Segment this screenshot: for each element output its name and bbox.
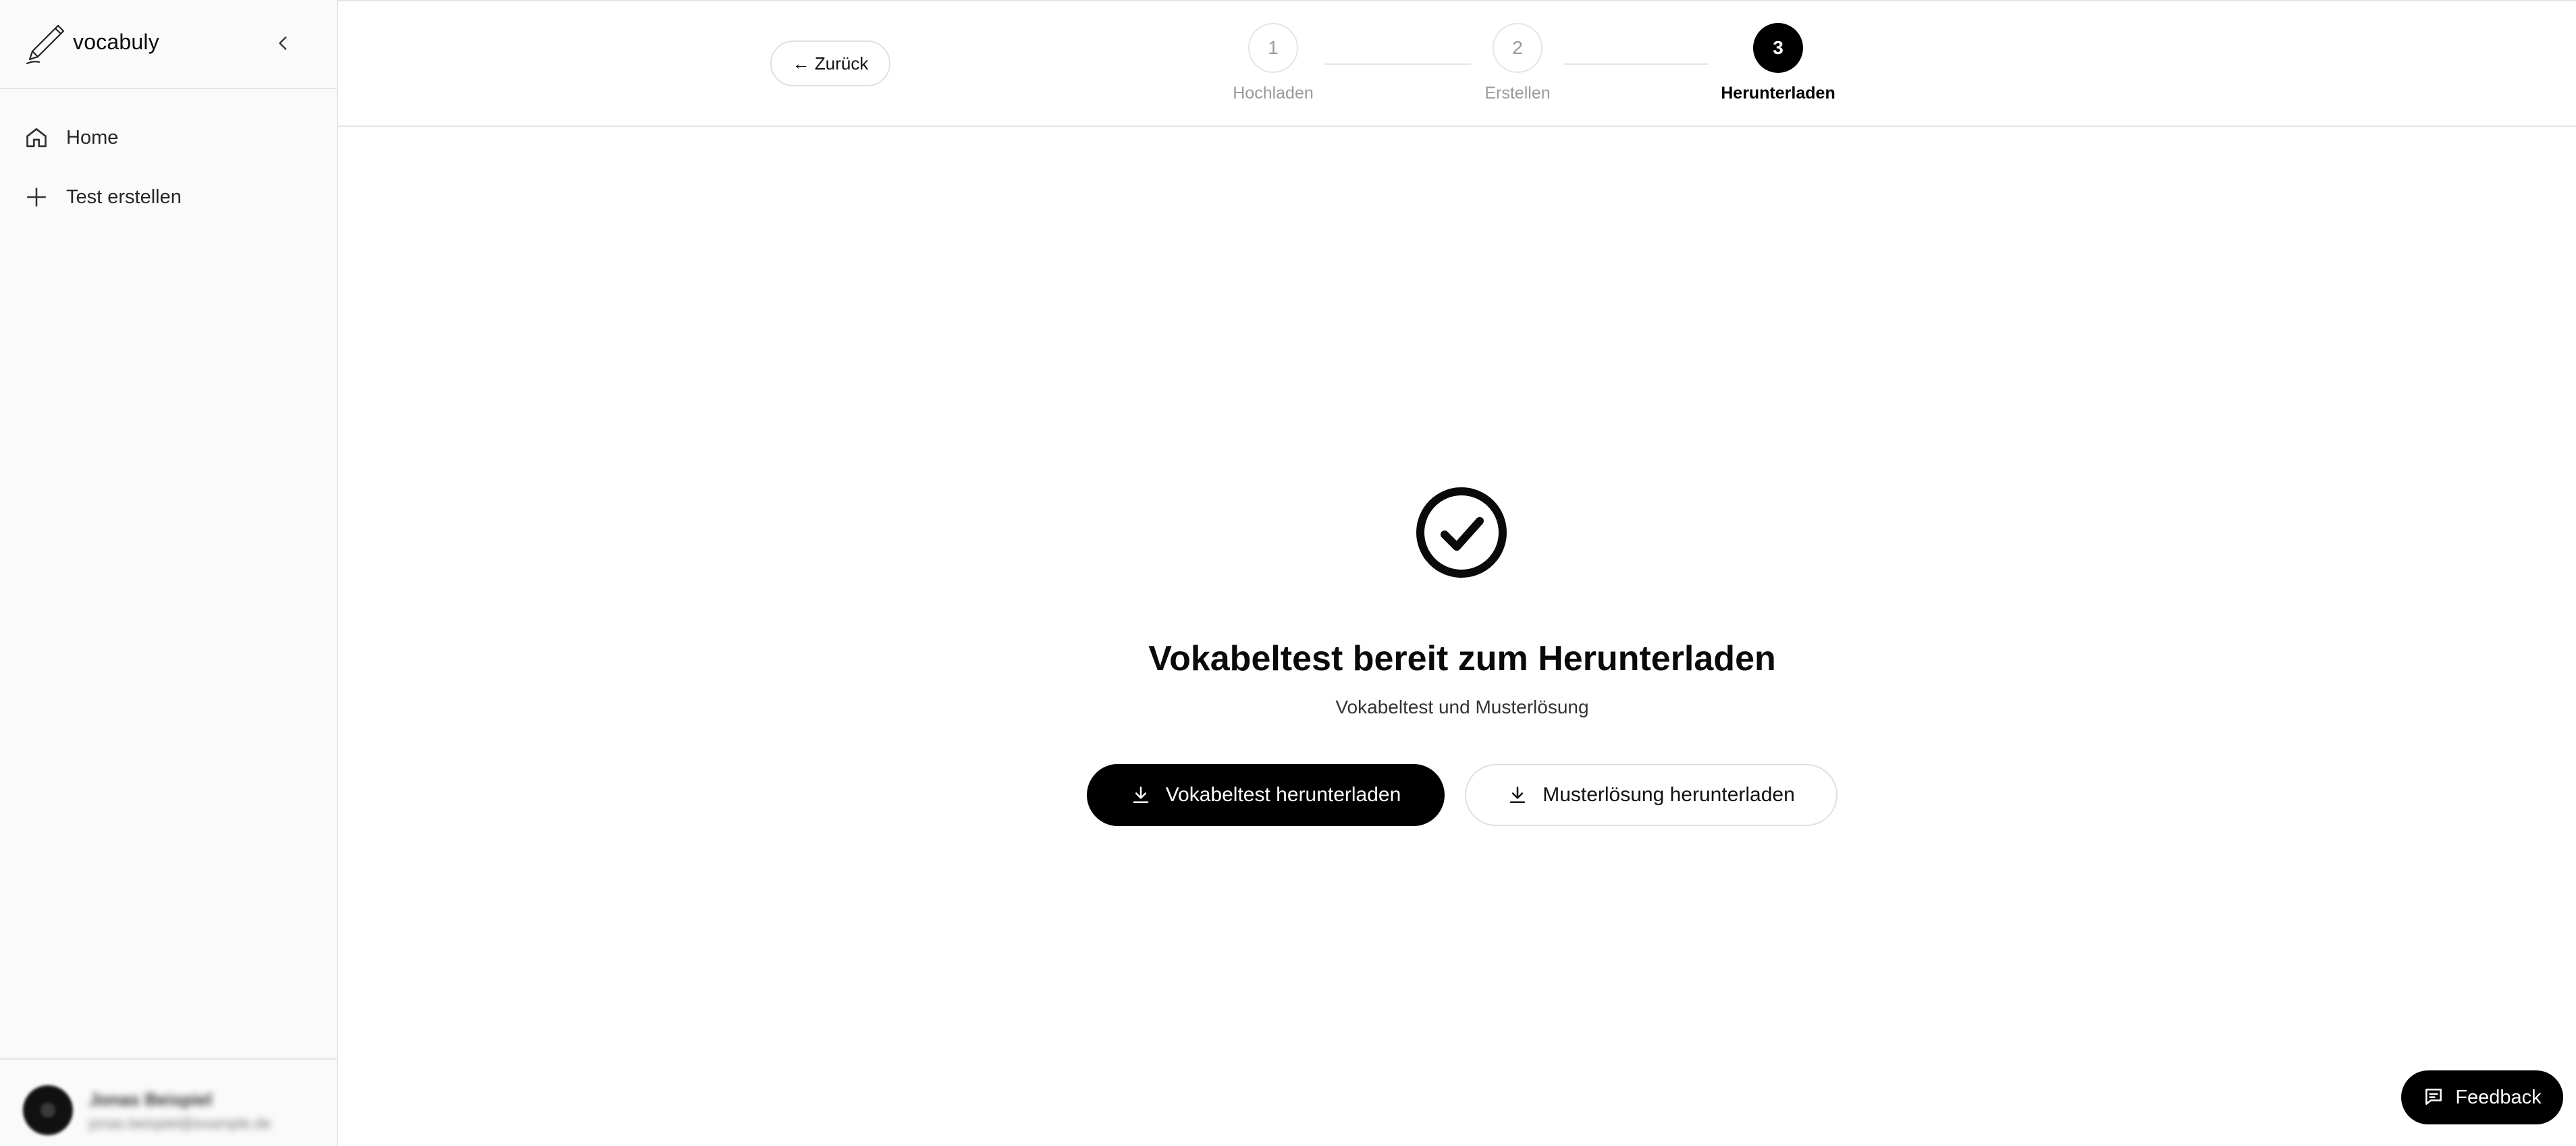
feedback-button[interactable]: Feedback — [2401, 1070, 2563, 1124]
collapse-sidebar-button[interactable] — [270, 30, 297, 57]
avatar[interactable] — [23, 1085, 73, 1135]
user-email: jonas.beispiel@example.de — [89, 1115, 271, 1132]
brand-name: vocabuly — [73, 30, 159, 54]
step-3-indicator: 3 — [1753, 23, 1803, 73]
message-square-icon — [2423, 1086, 2446, 1109]
step-2-label: Erstellen — [1484, 84, 1551, 103]
feedback-label: Feedback — [2455, 1086, 2542, 1108]
sidebar-item-label: Home — [66, 126, 119, 148]
user-profile[interactable]: Jonas Beispiel jonas.beispiel@example.de — [0, 1058, 337, 1146]
sidebar-item-label: Test erstellen — [66, 186, 182, 208]
step-connector — [1325, 63, 1471, 65]
download-solution-label: Musterlösung herunterladen — [1542, 784, 1795, 806]
download-test-button[interactable]: Vokabeltest herunterladen — [1087, 764, 1445, 826]
sidebar-item-home[interactable]: Home — [14, 113, 324, 162]
step-connector — [1564, 63, 1709, 65]
step-1-indicator: 1 — [1248, 23, 1298, 73]
step-1-label: Hochladen — [1233, 84, 1314, 103]
chevron-left-icon — [279, 36, 287, 50]
download-icon — [1131, 785, 1151, 805]
page-subtitle: Vokabeltest und Musterlösung — [1335, 697, 1589, 717]
step-3-label: Herunterladen — [1721, 84, 1835, 103]
sidebar: vocabuly Home Test erstellen Jonas Beisp… — [0, 0, 338, 1146]
download-solution-button[interactable]: Musterlösung herunterladen — [1465, 764, 1837, 826]
plus-icon — [23, 184, 50, 211]
pencil-logo-icon — [26, 24, 65, 65]
home-icon — [23, 124, 50, 151]
download-test-label: Vokabeltest herunterladen — [1165, 784, 1401, 806]
sidebar-header: vocabuly — [0, 0, 337, 89]
download-icon — [1507, 785, 1528, 805]
sidebar-item-test-erstellen[interactable]: Test erstellen — [14, 173, 324, 221]
back-button[interactable]: ← Zurück — [770, 40, 890, 86]
page-title: Vokabeltest bereit zum Herunterladen — [1148, 639, 1776, 678]
step-2-indicator: 2 — [1493, 23, 1542, 73]
top-bar: ← Zurück 1 Hochladen 2 Erstellen 3 Herun… — [338, 0, 2576, 127]
check-circle-icon — [1416, 487, 1507, 578]
app-root: vocabuly Home Test erstellen Jonas Beisp… — [0, 0, 2576, 1146]
user-name: Jonas Beispiel — [89, 1089, 213, 1110]
